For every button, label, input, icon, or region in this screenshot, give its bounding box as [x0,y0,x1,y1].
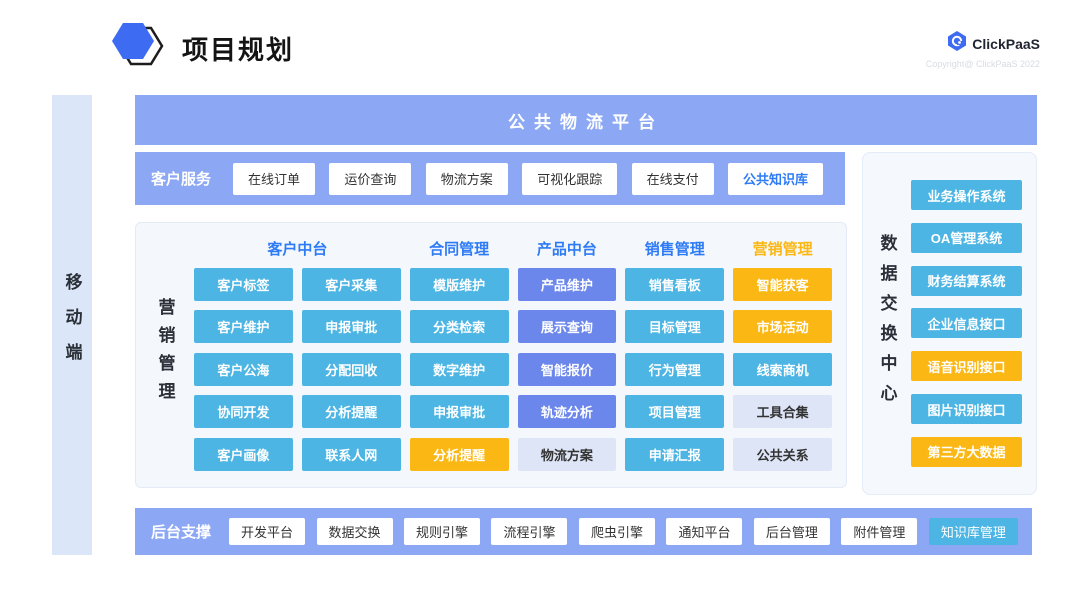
mobile-side-label: 移动端 [60,273,85,378]
module-button[interactable]: 市场活动 [733,310,832,343]
marketing-side-column: 营销管理 [136,233,194,474]
customer-service-button[interactable]: 可视化跟踪 [522,163,617,195]
module-button[interactable]: 客户公海 [194,353,293,386]
platform-banner: 公共物流平台 [135,95,1037,145]
module-button[interactable]: 分类检索 [410,310,509,343]
page-title: 项目规划 [182,30,294,67]
data-exchange-button[interactable]: OA管理系统 [911,223,1022,253]
module-button[interactable]: 公共关系 [733,438,832,471]
backend-button[interactable]: 爬虫引擎 [579,518,655,545]
customer-service-button[interactable]: 公共知识库 [728,163,823,195]
module-button[interactable]: 分析提醒 [302,395,401,428]
module-button[interactable]: 客户标签 [194,268,293,301]
backend-button[interactable]: 知识库管理 [929,518,1018,545]
module-button[interactable]: 线索商机 [733,353,832,386]
backend-button[interactable]: 数据交换 [317,518,393,545]
customer-service-bar: 客户服务 在线订单运价查询物流方案可视化跟踪在线支付公共知识库 [135,152,845,205]
customer-service-button[interactable]: 在线订单 [233,163,315,195]
module-button[interactable]: 数字维护 [410,353,509,386]
brand-copyright: Copyright@ ClickPaaS 2022 [926,59,1040,69]
backend-support-bar: 后台支撑 开发平台数据交换规则引擎流程引擎爬虫引擎通知平台后台管理附件管理知识库… [135,508,1032,555]
module-button[interactable]: 物流方案 [518,438,617,471]
module-button[interactable]: 智能报价 [518,353,617,386]
customer-service-buttons: 在线订单运价查询物流方案可视化跟踪在线支付公共知识库 [233,163,823,195]
column-header: 客户中台 [194,238,401,259]
column-header: 合同管理 [410,238,509,259]
data-exchange-panel: 数据交换中心 业务操作系统 OA管理系统财务结算系统企业信息接口语音识别接口图片识… [862,152,1037,495]
mobile-side-bar: 移动端 [52,95,92,555]
module-button[interactable]: 项目管理 [625,395,724,428]
module-button[interactable]: 行为管理 [625,353,724,386]
data-exchange-button[interactable]: 企业信息接口 [911,308,1022,338]
module-button[interactable]: 客户采集 [302,268,401,301]
data-exchange-button[interactable]: 语音识别接口 [911,351,1022,381]
module-button[interactable]: 申报审批 [410,395,509,428]
module-button[interactable]: 分析提醒 [410,438,509,471]
module-button[interactable]: 协同开发 [194,395,293,428]
backend-button[interactable]: 规则引擎 [404,518,480,545]
module-button[interactable]: 申报审批 [302,310,401,343]
customer-service-button[interactable]: 物流方案 [426,163,508,195]
data-exchange-buttons: 业务操作系统 OA管理系统财务结算系统企业信息接口语音识别接口图片识别接口第三方大… [911,180,1022,467]
backend-button[interactable]: 后台管理 [754,518,830,545]
brand-name: ClickPaaS [972,36,1040,52]
column-header: 营销管理 [733,238,832,259]
column-header: 销售管理 [625,238,724,259]
module-button[interactable]: 工具合集 [733,395,832,428]
customer-service-button[interactable]: 运价查询 [329,163,411,195]
data-exchange-side-column: 数据交换中心 [863,180,911,467]
customer-service-label: 客户服务 [151,168,211,189]
marketing-side-label: 营销管理 [153,298,178,410]
backend-support-label: 后台支撑 [151,521,211,542]
page-header: 项目规划 [112,20,294,77]
page: 项目规划 ClickPaaS Copyright@ ClickPaaS 2022… [0,0,1080,608]
hexagon-logo-icon [112,20,166,77]
module-button[interactable]: 联系人网 [302,438,401,471]
backend-button[interactable]: 通知平台 [666,518,742,545]
marketing-module-panel: 营销管理 客户中台合同管理产品中台销售管理营销管理 客户标签客户采集模版维护产品… [135,222,847,488]
brand-block: ClickPaaS Copyright@ ClickPaaS 2022 [926,30,1040,69]
module-button[interactable]: 产品维护 [518,268,617,301]
data-exchange-label: 数据交换中心 [875,234,900,414]
data-exchange-button[interactable]: 业务操作系统 [911,180,1022,210]
backend-button[interactable]: 开发平台 [229,518,305,545]
data-exchange-button[interactable]: 图片识别接口 [911,394,1022,424]
module-grid: 客户标签客户采集模版维护产品维护销售看板智能获客客户维护申报审批分类检索展示查询… [194,268,832,474]
customer-service-button[interactable]: 在线支付 [632,163,714,195]
module-button[interactable]: 智能获客 [733,268,832,301]
data-exchange-button[interactable]: 第三方大数据 [911,437,1022,467]
module-button[interactable]: 模版维护 [410,268,509,301]
module-button[interactable]: 销售看板 [625,268,724,301]
module-button[interactable]: 目标管理 [625,310,724,343]
module-button[interactable]: 展示查询 [518,310,617,343]
backend-buttons: 开发平台数据交换规则引擎流程引擎爬虫引擎通知平台后台管理附件管理知识库管理 [229,518,1018,545]
data-exchange-button[interactable]: 财务结算系统 [911,266,1022,296]
backend-button[interactable]: 流程引擎 [491,518,567,545]
module-grid-area: 客户中台合同管理产品中台销售管理营销管理 客户标签客户采集模版维护产品维护销售看… [194,233,832,474]
module-button[interactable]: 分配回收 [302,353,401,386]
column-header: 产品中台 [518,238,617,259]
grid-headers: 客户中台合同管理产品中台销售管理营销管理 [194,233,832,263]
module-button[interactable]: 客户画像 [194,438,293,471]
module-button[interactable]: 客户维护 [194,310,293,343]
backend-button[interactable]: 附件管理 [841,518,917,545]
clickpaas-logo-icon [947,30,967,57]
module-button[interactable]: 轨迹分析 [518,395,617,428]
module-button[interactable]: 申请汇报 [625,438,724,471]
